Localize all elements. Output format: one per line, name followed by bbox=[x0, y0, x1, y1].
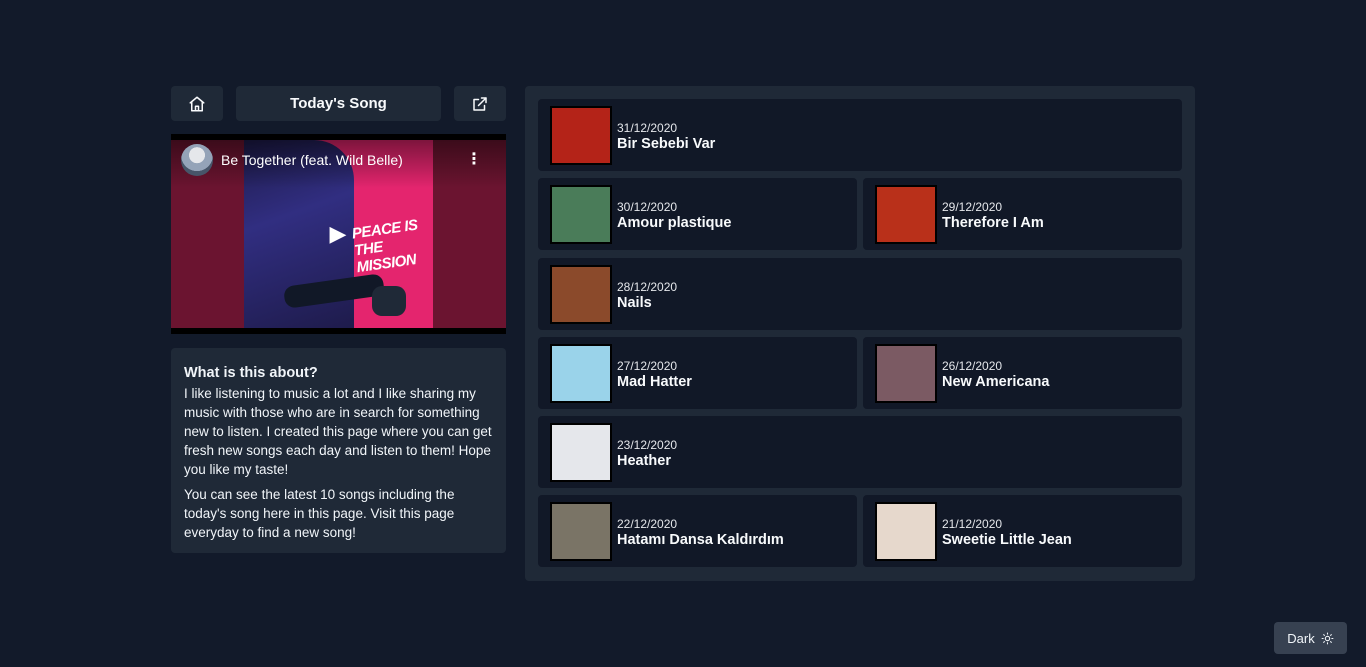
song-date: 23/12/2020 bbox=[617, 438, 678, 452]
page-title: Today's Song bbox=[236, 86, 441, 121]
song-card[interactable]: 30/12/2020 Amour plastique bbox=[538, 178, 857, 250]
song-title: Sweetie Little Jean bbox=[942, 532, 1072, 548]
about-paragraph-1: I like listening to music a lot and I li… bbox=[184, 386, 492, 477]
album-cover bbox=[550, 423, 612, 482]
home-button[interactable] bbox=[171, 86, 223, 121]
song-card[interactable]: 22/12/2020 Hatamı Dansa Kaldırdım bbox=[538, 495, 857, 567]
song-title: Mad Hatter bbox=[617, 374, 692, 390]
external-link-icon bbox=[473, 96, 487, 111]
channel-avatar[interactable] bbox=[181, 144, 213, 176]
album-cover bbox=[875, 502, 937, 561]
sun-icon bbox=[1321, 632, 1334, 644]
song-card[interactable]: 27/12/2020 Mad Hatter bbox=[538, 337, 857, 409]
album-cover bbox=[550, 106, 612, 165]
song-title: Therefore I Am bbox=[942, 215, 1044, 231]
song-date: 22/12/2020 bbox=[617, 517, 678, 531]
theme-toggle-label: Dark bbox=[1287, 630, 1315, 646]
left-column: Today's Song PEACE IS THE MISSION Be Tog… bbox=[171, 86, 506, 553]
top-bar: Today's Song bbox=[171, 86, 506, 121]
song-card[interactable]: 31/12/2020 Bir Sebebi Var bbox=[538, 99, 1182, 171]
song-title: Heather bbox=[617, 453, 671, 469]
song-date: 30/12/2020 bbox=[617, 200, 678, 214]
song-title: Amour plastique bbox=[617, 215, 732, 231]
play-icon[interactable]: ▶ bbox=[317, 219, 359, 249]
song-date: 28/12/2020 bbox=[617, 280, 678, 294]
theme-toggle-button[interactable]: Dark bbox=[1274, 622, 1347, 654]
album-cover bbox=[550, 502, 612, 561]
about-panel: What is this about? I like listening to … bbox=[171, 348, 506, 553]
song-title: Nails bbox=[617, 295, 652, 311]
thumbnail-text: PEACE IS THE MISSION bbox=[350, 216, 419, 277]
album-cover bbox=[875, 344, 937, 403]
song-card[interactable]: 28/12/2020 Nails bbox=[538, 258, 1182, 330]
song-card[interactable]: 26/12/2020 New Americana bbox=[863, 337, 1182, 409]
song-date: 31/12/2020 bbox=[617, 121, 678, 135]
home-icon bbox=[189, 96, 205, 111]
song-title: Hatamı Dansa Kaldırdım bbox=[617, 532, 784, 548]
song-date: 29/12/2020 bbox=[942, 200, 1003, 214]
open-external-button[interactable] bbox=[454, 86, 506, 121]
song-date: 21/12/2020 bbox=[942, 517, 1003, 531]
more-vertical-icon[interactable]: ⋮ bbox=[466, 152, 482, 168]
album-cover bbox=[550, 265, 612, 324]
song-list: 31/12/2020 Bir Sebebi Var 30/12/2020 Amo… bbox=[525, 86, 1195, 581]
about-heading: What is this about? bbox=[184, 365, 318, 381]
song-date: 27/12/2020 bbox=[617, 359, 678, 373]
about-paragraph-2: You can see the latest 10 songs includin… bbox=[184, 487, 455, 540]
video-title[interactable]: Be Together (feat. Wild Belle) bbox=[221, 152, 403, 168]
album-cover bbox=[550, 344, 612, 403]
video-player[interactable]: PEACE IS THE MISSION Be Together (feat. … bbox=[171, 134, 506, 334]
song-title: New Americana bbox=[942, 374, 1050, 390]
song-card[interactable]: 23/12/2020 Heather bbox=[538, 416, 1182, 488]
album-cover bbox=[550, 185, 612, 244]
song-date: 26/12/2020 bbox=[942, 359, 1003, 373]
song-card[interactable]: 21/12/2020 Sweetie Little Jean bbox=[863, 495, 1182, 567]
song-card[interactable]: 29/12/2020 Therefore I Am bbox=[863, 178, 1182, 250]
album-cover bbox=[875, 185, 937, 244]
song-title: Bir Sebebi Var bbox=[617, 136, 716, 152]
